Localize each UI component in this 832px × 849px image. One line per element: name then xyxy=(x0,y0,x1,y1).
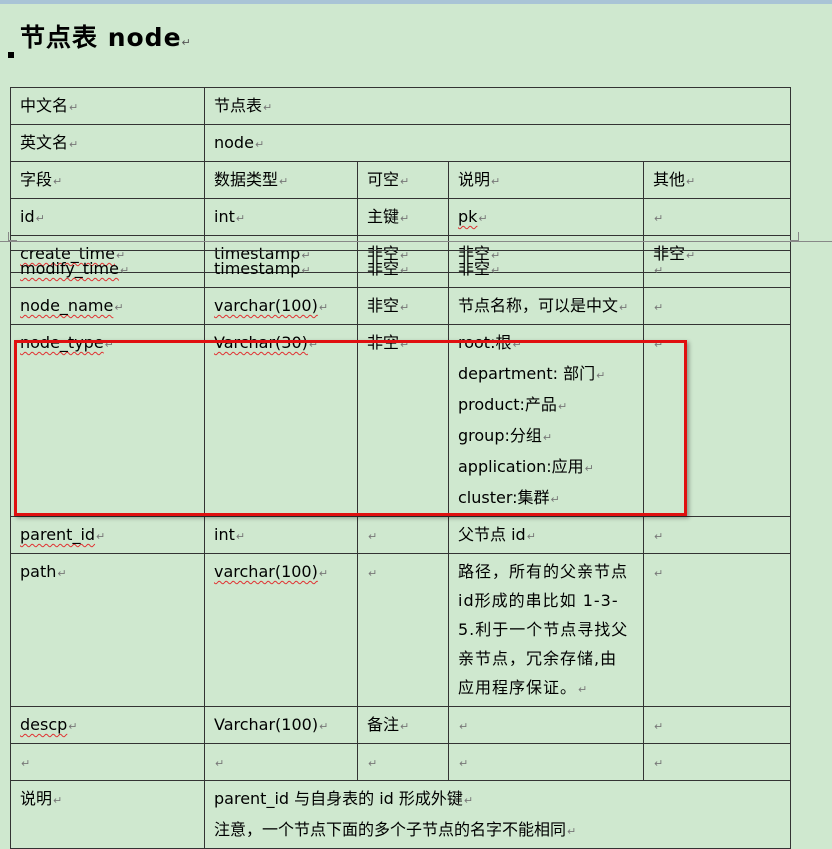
node-table-part-2: modify_time↵ timestamp↵ 非空↵ 非空↵ ↵ node_n… xyxy=(10,250,791,849)
table-cell[interactable]: ↵ xyxy=(643,324,791,517)
table-cell[interactable]: 节点名称，可以是中文↵ xyxy=(448,287,644,325)
table-row: node_name↵ varchar(100)↵ 非空↵ 节点名称，可以是中文↵… xyxy=(10,287,791,325)
table-cell[interactable]: 中文名↵ xyxy=(10,87,205,125)
page-break-corner-right xyxy=(790,232,799,241)
table-cell[interactable]: 备注↵ xyxy=(357,706,449,744)
table-cell[interactable]: ↵ xyxy=(643,287,791,325)
table-cell[interactable]: ↵ xyxy=(643,743,791,781)
table-cell[interactable]: Varchar(30)↵ xyxy=(204,324,358,517)
table-cell[interactable]: descp↵ xyxy=(10,706,205,744)
enum-line: application:应用↵ xyxy=(458,457,594,476)
table-cell[interactable]: 非空↵ xyxy=(357,250,449,288)
top-edge xyxy=(0,0,832,4)
enum-line: department: 部门↵ xyxy=(458,364,606,383)
node-table-part-1: 中文名↵ 节点表↵ 英文名↵ node↵ 字段↵ 数据类型↵ 可空↵ 说明↵ 其… xyxy=(10,87,791,273)
table-row: 中文名↵ 节点表↵ xyxy=(10,87,791,125)
table-cell[interactable]: ↵ xyxy=(357,743,449,781)
column-header[interactable]: 说明↵ xyxy=(448,161,644,199)
table-row: descp↵ Varchar(100)↵ 备注↵ ↵ ↵ xyxy=(10,706,791,744)
table-cell[interactable]: timestamp↵ xyxy=(204,250,358,288)
table-cell[interactable]: ↵ xyxy=(643,553,791,707)
table-cell[interactable]: int↵ xyxy=(204,516,358,554)
table-cell[interactable]: root:根↵ department: 部门↵ product:产品↵ grou… xyxy=(448,324,644,517)
table-cell[interactable]: 父节点 id↵ xyxy=(448,516,644,554)
table-cell[interactable]: varchar(100)↵ xyxy=(204,287,358,325)
table-cell[interactable]: varchar(100)↵ xyxy=(204,553,358,707)
table-cell[interactable]: ↵ xyxy=(10,743,205,781)
table-row: 英文名↵ node↵ xyxy=(10,124,791,162)
enum-line: root:根↵ xyxy=(458,333,522,352)
table-cell[interactable]: 非空↵ xyxy=(448,250,644,288)
table-cell[interactable]: ↵ xyxy=(204,743,358,781)
table-cell[interactable]: node_type↵ xyxy=(10,324,205,517)
table-row: id↵ int↵ 主键↵ pk↵ ↵ xyxy=(10,198,791,236)
table-cell[interactable]: ↵ xyxy=(448,706,644,744)
table-cell[interactable]: 英文名↵ xyxy=(10,124,205,162)
column-header[interactable]: 数据类型↵ xyxy=(204,161,358,199)
table-cell[interactable]: ↵ xyxy=(643,198,791,236)
table-cell[interactable]: ↵ xyxy=(643,706,791,744)
table-cell[interactable]: ↵ xyxy=(357,516,449,554)
table-cell[interactable]: 节点表↵ xyxy=(204,87,791,125)
table-cell[interactable]: id↵ xyxy=(10,198,205,236)
table-cell[interactable]: parent_id↵ xyxy=(10,516,205,554)
table-row: path↵ varchar(100)↵ ↵ 路径，所有的父亲节点id形成的串比如… xyxy=(10,553,791,707)
page-title: 节点表 node↵ xyxy=(8,18,192,58)
table-row: node_type↵ Varchar(30)↵ 非空↵ root:根↵ depa… xyxy=(10,324,791,517)
table-cell[interactable]: ↵ xyxy=(448,743,644,781)
table-cell[interactable]: ↵ xyxy=(357,553,449,707)
table-row: ↵ ↵ ↵ ↵ ↵ xyxy=(10,743,791,781)
table-cell[interactable]: modify_time↵ xyxy=(10,250,205,288)
notes-row: 说明↵ parent_id 与自身表的 id 形成外键↵ 注意，一个节点下面的多… xyxy=(10,780,791,849)
column-header[interactable]: 字段↵ xyxy=(10,161,205,199)
table-cell[interactable]: 主键↵ xyxy=(357,198,449,236)
column-header[interactable]: 其他↵ xyxy=(643,161,791,199)
column-header[interactable]: 可空↵ xyxy=(357,161,449,199)
table-cell[interactable]: 非空↵ xyxy=(357,324,449,517)
page-break-corner-left xyxy=(8,232,17,241)
table-row: modify_time↵ timestamp↵ 非空↵ 非空↵ ↵ xyxy=(10,250,791,288)
table-cell[interactable]: path↵ xyxy=(10,553,205,707)
table-cell[interactable]: 非空↵ xyxy=(357,287,449,325)
table-cell[interactable]: pk↵ xyxy=(448,198,644,236)
table-row: parent_id↵ int↵ ↵ 父节点 id↵ ↵ xyxy=(10,516,791,554)
notes-cell[interactable]: parent_id 与自身表的 id 形成外键↵ 注意，一个节点下面的多个子节点… xyxy=(204,780,791,849)
enum-line: product:产品↵ xyxy=(458,395,568,414)
table-cell[interactable]: ↵ xyxy=(643,516,791,554)
table-cell[interactable]: node_name↵ xyxy=(10,287,205,325)
note-line: parent_id 与自身表的 id 形成外键↵ xyxy=(214,789,474,808)
table-cell[interactable]: 路径，所有的父亲节点id形成的串比如 1-3-5.利于一个节点寻找父亲节点，冗余… xyxy=(448,553,644,707)
enum-line: group:分组↵ xyxy=(458,426,553,445)
table-cell[interactable]: int↵ xyxy=(204,198,358,236)
enum-line: cluster:集群↵ xyxy=(458,488,560,507)
table-cell[interactable]: Varchar(100)↵ xyxy=(204,706,358,744)
notes-label[interactable]: 说明↵ xyxy=(10,780,205,849)
table-cell[interactable]: ↵ xyxy=(643,250,791,288)
page-break-line xyxy=(0,241,832,242)
table-cell[interactable]: node↵ xyxy=(204,124,791,162)
table-header-row: 字段↵ 数据类型↵ 可空↵ 说明↵ 其他↵ xyxy=(10,161,791,199)
heading-bullet xyxy=(8,52,14,58)
